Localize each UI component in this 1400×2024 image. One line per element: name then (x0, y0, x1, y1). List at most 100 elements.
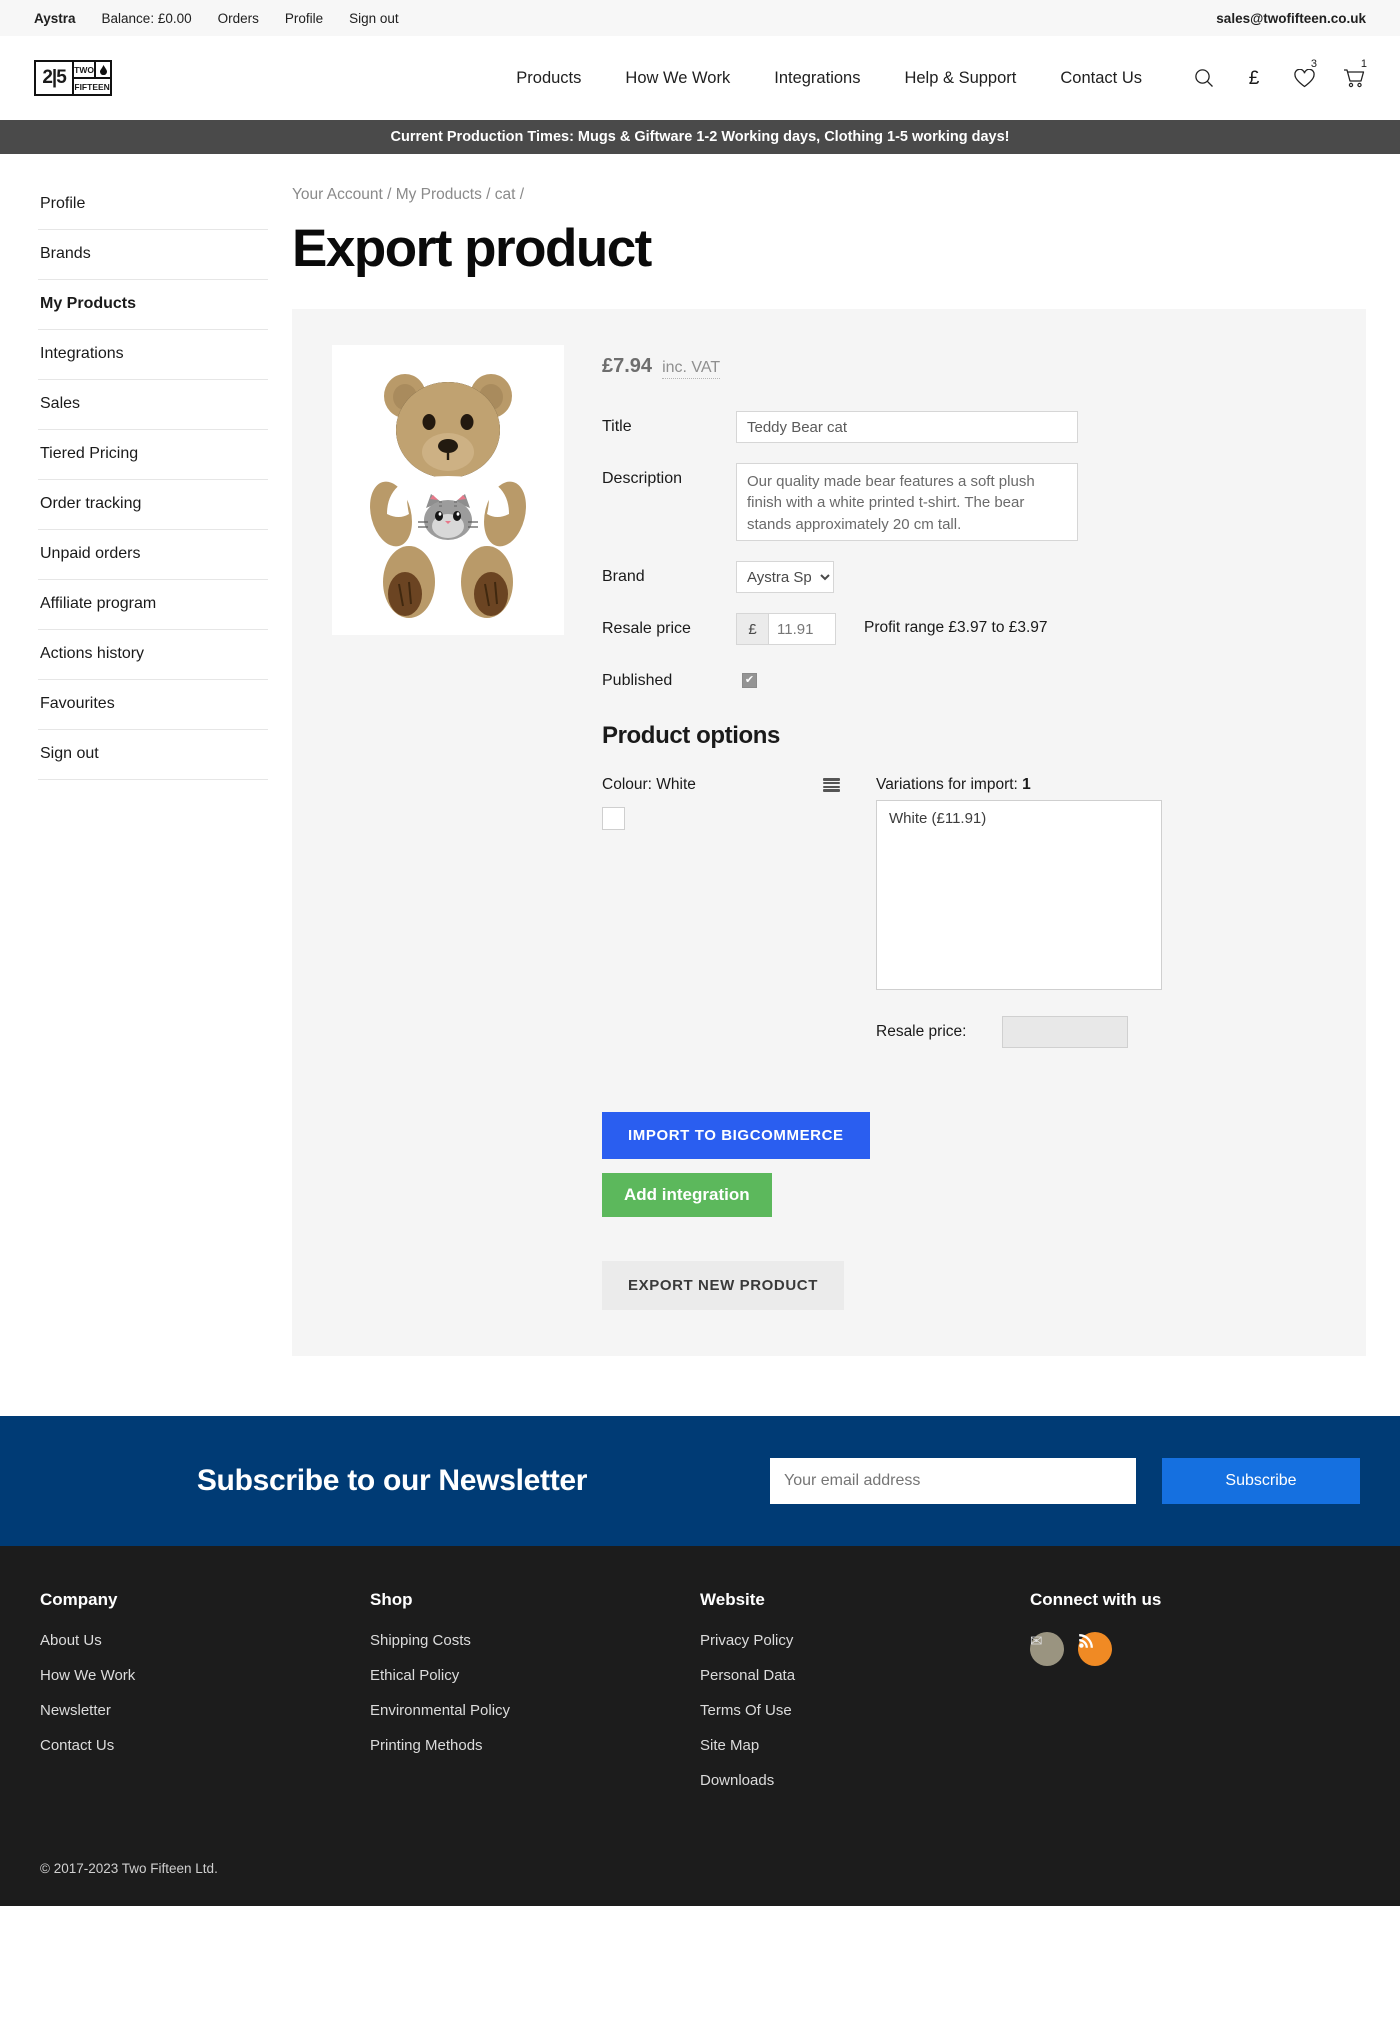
nav-item-integrations[interactable]: Integrations (774, 69, 860, 88)
page-body: Profile Brands My Products Integrations … (0, 154, 1400, 1416)
product-image[interactable] (332, 345, 564, 635)
email-icon[interactable]: ✉ (1030, 1632, 1064, 1666)
breadcrumb[interactable]: Your Account / My Products / cat / (292, 186, 1366, 204)
footer-column-shop: Shop Shipping Costs Ethical Policy Envir… (370, 1590, 700, 1807)
add-integration-button[interactable]: Add integration (602, 1173, 772, 1217)
variations-list[interactable]: White (£11.91) (876, 800, 1162, 990)
footer-link-site-map[interactable]: Site Map (700, 1737, 1030, 1754)
brand-select[interactable]: Aystra Sp (736, 561, 834, 593)
footer-columns: Company About Us How We Work Newsletter … (40, 1590, 1360, 1807)
list-view-icon[interactable] (823, 778, 840, 792)
contact-email-link[interactable]: sales@twofifteen.co.uk (1216, 11, 1366, 26)
footer-link-downloads[interactable]: Downloads (700, 1772, 1030, 1789)
utility-link-sign-out[interactable]: Sign out (349, 11, 399, 26)
rss-icon[interactable] (1078, 1632, 1112, 1666)
colour-option-group: Colour: White (602, 776, 840, 1048)
sidebar-item-sign-out[interactable]: Sign out (38, 730, 268, 780)
cart-icon[interactable]: 1 (1342, 58, 1367, 91)
sidebar-item-integrations[interactable]: Integrations (38, 330, 268, 380)
footer-column-company: Company About Us How We Work Newsletter … (40, 1590, 370, 1807)
variation-resale-price-input[interactable] (1002, 1016, 1128, 1048)
utility-bar: Aystra Balance: £0.00 Orders Profile Sig… (0, 0, 1400, 36)
teddy-bear-illustration (370, 374, 526, 618)
variations-count: 1 (1022, 776, 1031, 793)
sidebar-item-order-tracking[interactable]: Order tracking (38, 480, 268, 530)
variation-resale-price-row: Resale price: (876, 1016, 1162, 1048)
currency-prefix: £ (736, 613, 768, 645)
sidebar-item-my-products[interactable]: My Products (38, 280, 268, 330)
utility-link-profile[interactable]: Profile (285, 11, 323, 26)
site-logo[interactable]: 2|5 TWO FIFTEEN (34, 60, 112, 96)
resale-price-label: Resale price (602, 620, 691, 637)
copyright-text: © 2017-2023 Two Fifteen Ltd. (40, 1861, 218, 1876)
profit-range-note: Profit range £3.97 to £3.97 (864, 619, 1048, 636)
export-new-product-button[interactable]: EXPORT NEW PRODUCT (602, 1261, 844, 1310)
newsletter-subscribe-button[interactable]: Subscribe (1162, 1458, 1360, 1504)
resale-price-input[interactable] (768, 613, 836, 645)
contact-email[interactable]: sales@twofifteen.co.uk (1216, 11, 1366, 26)
announcement-banner: Current Production Times: Mugs & Giftwar… (0, 120, 1400, 154)
nav-item-contact-us[interactable]: Contact Us (1060, 69, 1142, 88)
site-header: 2|5 TWO FIFTEEN Products How We Work Int… (0, 36, 1400, 120)
description-textarea[interactable]: Our quality made bear features a soft pl… (736, 463, 1078, 541)
brand-label: Brand (602, 568, 645, 585)
wishlist-heart-icon[interactable]: 3 (1292, 58, 1317, 91)
footer-link-environmental-policy[interactable]: Environmental Policy (370, 1702, 700, 1719)
cart-count-badge: 1 (1360, 58, 1367, 70)
field-row-published: Published ✔ (602, 665, 1326, 690)
sidebar-item-favourites[interactable]: Favourites (38, 680, 268, 730)
logo-mark: 2|5 (36, 62, 75, 94)
colour-swatch-white[interactable] (602, 807, 625, 830)
nav-item-how-we-work[interactable]: How We Work (625, 69, 730, 88)
price-amount: £7.94 (602, 355, 653, 377)
sidebar-item-brands[interactable]: Brands (38, 230, 268, 280)
footer-link-privacy-policy[interactable]: Privacy Policy (700, 1632, 1030, 1649)
footer-link-ethical-policy[interactable]: Ethical Policy (370, 1667, 700, 1684)
newsletter-email-input[interactable] (770, 1458, 1136, 1504)
sidebar-item-sales[interactable]: Sales (38, 380, 268, 430)
account-name: Aystra (34, 10, 76, 26)
colour-option-header: Colour: White (602, 776, 840, 794)
header-icon-group: £ 3 1 (1192, 58, 1367, 91)
footer-link-newsletter[interactable]: Newsletter (40, 1702, 370, 1719)
footer-link-personal-data[interactable]: Personal Data (700, 1667, 1030, 1684)
site-footer: Company About Us How We Work Newsletter … (0, 1546, 1400, 1906)
main-navigation: Products How We Work Integrations Help &… (516, 69, 1142, 88)
main-content: Your Account / My Products / cat / Expor… (276, 180, 1400, 1356)
sidebar-item-profile[interactable]: Profile (38, 180, 268, 230)
logo-text-two: TWO (74, 62, 96, 77)
footer-link-contact-us[interactable]: Contact Us (40, 1737, 370, 1754)
footer-link-shipping-costs[interactable]: Shipping Costs (370, 1632, 700, 1649)
price-vat-note: inc. VAT (662, 359, 721, 379)
footer-column-website: Website Privacy Policy Personal Data Ter… (700, 1590, 1030, 1807)
sidebar-item-unpaid-orders[interactable]: Unpaid orders (38, 530, 268, 580)
sidebar-item-actions-history[interactable]: Actions history (38, 630, 268, 680)
footer-heading-shop: Shop (370, 1590, 413, 1609)
product-options-row: Colour: White Variations for import: 1 W… (602, 776, 1326, 1048)
variations-label: Variations for import: 1 (876, 776, 1162, 794)
currency-selector-icon[interactable]: £ (1242, 65, 1266, 91)
footer-heading-company: Company (40, 1590, 118, 1609)
account-sidebar: Profile Brands My Products Integrations … (0, 180, 276, 1356)
product-form: £7.94 inc. VAT Title Description Our qua… (602, 345, 1326, 1310)
footer-link-how-we-work[interactable]: How We Work (40, 1667, 370, 1684)
nav-item-products[interactable]: Products (516, 69, 581, 88)
import-to-bigcommerce-button[interactable]: IMPORT TO BIGCOMMERCE (602, 1112, 870, 1159)
colour-label: Colour: White (602, 776, 696, 793)
footer-link-printing-methods[interactable]: Printing Methods (370, 1737, 700, 1754)
newsletter-title: Subscribe to our Newsletter (196, 1464, 588, 1497)
newsletter-section: Subscribe to our Newsletter Subscribe (0, 1416, 1400, 1546)
sidebar-item-tiered-pricing[interactable]: Tiered Pricing (38, 430, 268, 480)
nav-item-help-support[interactable]: Help & Support (904, 69, 1016, 88)
search-icon[interactable] (1192, 65, 1216, 91)
utility-link-orders[interactable]: Orders (218, 11, 259, 26)
variation-item[interactable]: White (£11.91) (889, 810, 1149, 827)
price-display: £7.94 inc. VAT (602, 355, 1326, 379)
description-label: Description (602, 470, 683, 487)
footer-link-terms-of-use[interactable]: Terms Of Use (700, 1702, 1030, 1719)
wishlist-count-badge: 3 (1310, 58, 1317, 70)
published-checkbox[interactable]: ✔ (742, 673, 757, 688)
title-input[interactable] (736, 411, 1078, 443)
sidebar-item-affiliate-program[interactable]: Affiliate program (38, 580, 268, 630)
footer-link-about-us[interactable]: About Us (40, 1632, 370, 1649)
